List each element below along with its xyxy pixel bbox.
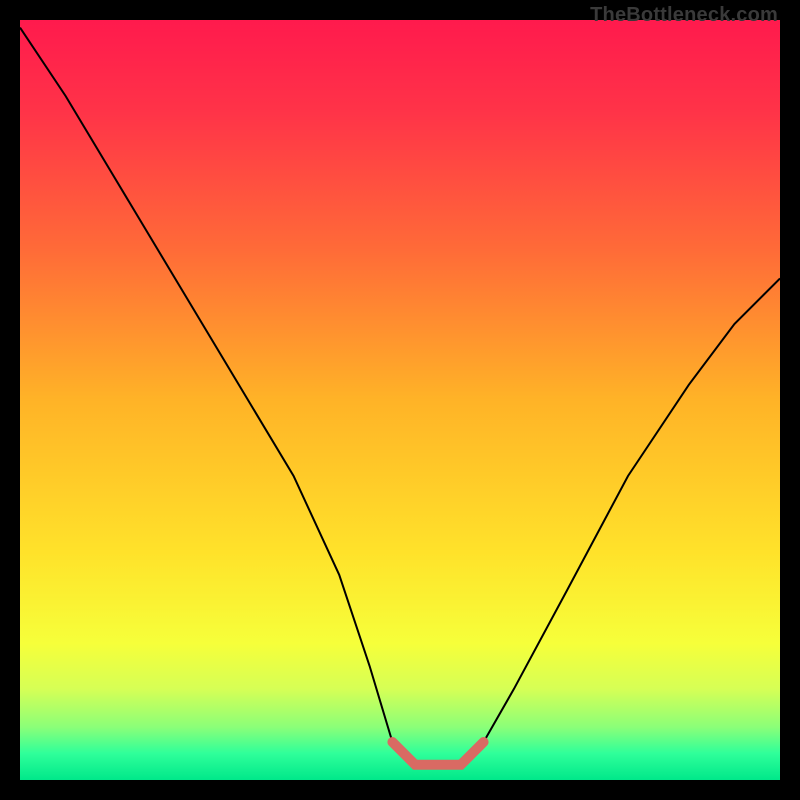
chart-frame: TheBottleneck.com xyxy=(0,0,800,800)
background-gradient xyxy=(20,20,780,780)
plot-area xyxy=(20,20,780,780)
watermark-text: TheBottleneck.com xyxy=(590,4,778,27)
